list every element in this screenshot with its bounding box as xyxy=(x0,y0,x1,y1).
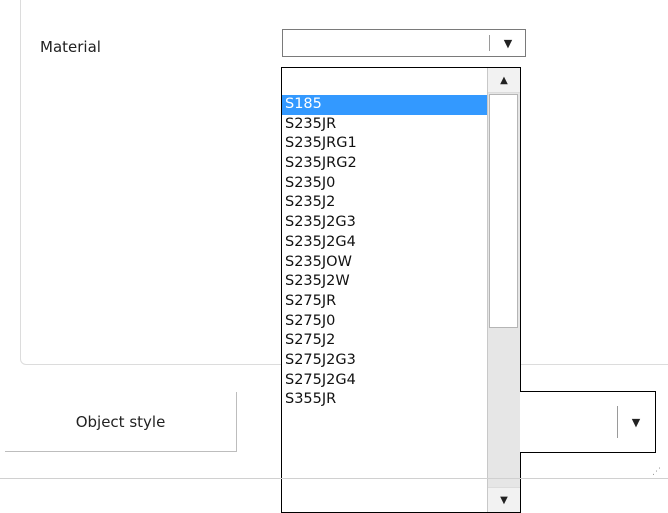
material-dropdown-list[interactable]: S185 S235JR S235JRG1 S235JRG2 S235J0 S23… xyxy=(281,67,521,513)
list-item[interactable]: S235JRG2 xyxy=(282,154,487,174)
list-item[interactable]: S235J2G3 xyxy=(282,213,487,233)
chevron-down-icon[interactable]: ▼ xyxy=(491,30,525,56)
list-item[interactable]: S275J0 xyxy=(282,312,487,332)
scroll-up-icon[interactable]: ▲ xyxy=(488,68,520,93)
divider xyxy=(0,478,668,479)
scroll-down-icon[interactable]: ▼ xyxy=(488,487,520,512)
list-item[interactable]: S275J2 xyxy=(282,331,487,351)
list-item[interactable]: S235J2W xyxy=(282,272,487,292)
material-label: Material xyxy=(40,38,101,56)
vertical-scrollbar[interactable]: ▲ ▼ xyxy=(487,68,520,512)
object-style-button[interactable]: Object style xyxy=(5,392,237,452)
list-item[interactable]: S275J2G4 xyxy=(282,371,487,391)
list-item[interactable]: S235JOW xyxy=(282,253,487,273)
object-style-label: Object style xyxy=(75,412,166,431)
list-item[interactable]: S275JR xyxy=(282,292,487,312)
list-item[interactable]: S235J2 xyxy=(282,193,487,213)
chevron-down-icon[interactable]: ▼ xyxy=(617,392,655,452)
list-item-empty[interactable] xyxy=(282,68,487,95)
list-item[interactable]: S235JRG1 xyxy=(282,134,487,154)
resize-grip-icon[interactable]: ⋰ xyxy=(652,466,664,478)
list-item[interactable]: S235J0 xyxy=(282,174,487,194)
list-item[interactable]: S235J2G4 xyxy=(282,233,487,253)
list-item[interactable]: S235JR xyxy=(282,115,487,135)
object-style-combobox[interactable]: ▼ xyxy=(520,391,656,453)
dropdown-items: S185 S235JR S235JRG1 S235JRG2 S235J0 S23… xyxy=(282,68,487,410)
material-combobox[interactable]: ▼ xyxy=(282,29,526,57)
list-item[interactable]: S275J2G3 xyxy=(282,351,487,371)
list-item[interactable]: S355JR xyxy=(282,390,487,410)
scrollbar-thumb[interactable] xyxy=(489,94,518,328)
combo-separator xyxy=(489,35,490,51)
list-item-selected[interactable]: S185 xyxy=(282,95,487,115)
